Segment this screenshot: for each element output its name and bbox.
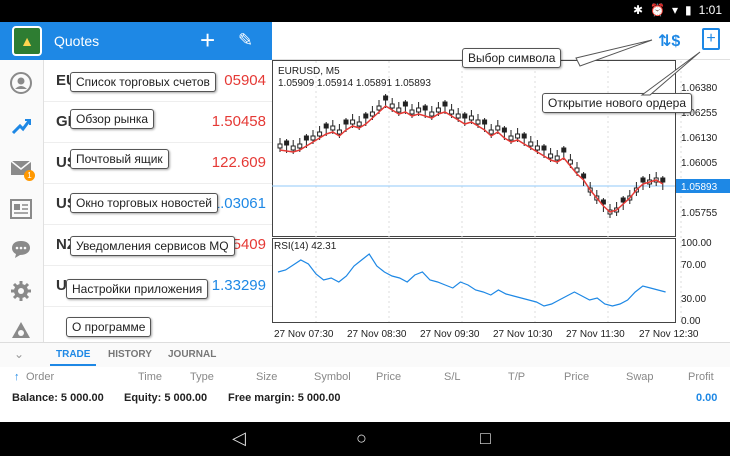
balance-value: 5 000.00: [60, 392, 104, 404]
system-nav-bar: ◁ ○ □: [0, 422, 730, 456]
col-order[interactable]: Order: [26, 371, 54, 383]
col-swap[interactable]: Swap: [626, 371, 654, 383]
profit-value: 0.00: [696, 392, 718, 404]
col-type[interactable]: Type: [190, 371, 214, 383]
col-time[interactable]: Time: [138, 371, 162, 383]
balance-label: Balance:: [12, 392, 58, 404]
col-price[interactable]: Price: [376, 371, 401, 383]
tab-history[interactable]: HISTORY: [108, 349, 152, 360]
back-icon[interactable]: ◁: [232, 428, 246, 449]
col-size[interactable]: Size: [256, 371, 277, 383]
chevron-down-icon[interactable]: ⌄: [14, 347, 24, 361]
equity-label: Equity:: [124, 392, 162, 404]
balance-row: Balance: 5 000.00 Equity: 5 000.00 Free …: [0, 389, 730, 409]
tab-trade[interactable]: TRADE: [49, 349, 97, 366]
col-profit[interactable]: Profit: [688, 371, 714, 383]
col-tp[interactable]: T/P: [508, 371, 525, 383]
recents-icon[interactable]: □: [480, 428, 491, 449]
margin-value: 5 000.00: [297, 392, 341, 404]
terminal-columns: ↑ Order Time Type Size Symbol Price S/L …: [0, 369, 730, 387]
col-price-current[interactable]: Price: [564, 371, 589, 383]
tab-journal[interactable]: JOURNAL: [168, 349, 216, 360]
col-sl[interactable]: S/L: [444, 371, 461, 383]
col-symbol[interactable]: Symbol: [314, 371, 351, 383]
home-icon[interactable]: ○: [356, 428, 367, 449]
margin-label: Free margin:: [228, 392, 295, 404]
sort-arrow-icon[interactable]: ↑: [14, 371, 20, 383]
equity-value: 5 000.00: [164, 392, 208, 404]
terminal-tabs: ⌄ TRADE HISTORY JOURNAL: [0, 343, 730, 367]
terminal-panel: ⌄ TRADE HISTORY JOURNAL ↑ Order Time Typ…: [0, 342, 730, 422]
